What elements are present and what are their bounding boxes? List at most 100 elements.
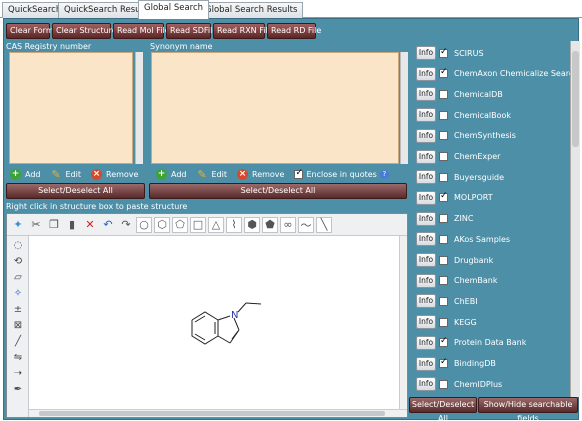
cas-select-all-button[interactable]: Select/Deselect All [6,183,145,199]
read-sdfile-button[interactable]: Read SDFile [166,23,217,39]
show-hide-fields-button[interactable]: Show/Hide searchable fields [478,397,578,421]
delete-icon[interactable]: ✕ [82,217,98,233]
hexagon-icon[interactable]: ⬡ [154,216,170,233]
bond-icon[interactable]: ╲ [316,216,332,233]
cas-scrollbar[interactable] [135,52,143,164]
fused-ring-icon[interactable]: ∞ [280,216,296,233]
single-bond-icon[interactable]: ╱ [10,334,26,348]
database-checkbox[interactable] [439,110,448,120]
database-row: Info Protein Data Bank [416,335,526,351]
database-checkbox[interactable] [439,276,448,286]
square-icon[interactable]: □ [190,216,206,233]
synonym-scrollbar[interactable] [400,52,408,164]
info-button[interactable]: Info [416,149,436,164]
info-button[interactable]: Info [416,66,436,81]
info-button[interactable]: Info [416,211,436,226]
info-button[interactable]: Info [416,87,436,102]
database-row: Info AKos Samples [416,231,510,247]
database-checkbox[interactable] [439,214,448,224]
benzene-icon[interactable]: ⬢ [244,216,260,233]
cyclopropane-icon[interactable]: ○ [136,216,152,233]
cas-remove-button[interactable]: × Remove [91,168,138,180]
info-button[interactable]: Info [416,170,436,185]
lasso-icon[interactable]: ◌ [10,238,26,252]
chain-icon[interactable]: 〜 [298,216,314,233]
clear-structure-button[interactable]: Clear Structure [52,23,117,39]
info-button[interactable]: Info [416,232,436,247]
info-button[interactable]: Info [416,128,436,143]
info-button[interactable]: Info [416,273,436,288]
cas-add-label: Add [25,169,41,179]
db-select-all-button[interactable]: Select/Deselect All [409,397,477,421]
undo-icon[interactable]: ↶ [100,217,116,233]
info-button[interactable]: Info [416,315,436,330]
bracket-icon[interactable]: ⊠ [10,318,26,332]
info-button[interactable]: Info [416,108,436,123]
database-checkbox[interactable] [439,336,448,348]
synonym-select-all-button[interactable]: Select/Deselect All [149,183,407,199]
read-rd-file-button[interactable]: Read RD File [267,23,321,39]
database-checkbox[interactable] [439,152,448,161]
database-scrollbar-thumb[interactable] [572,51,579,147]
info-button[interactable]: Info [416,294,436,309]
template-icon[interactable]: ✦ [10,217,26,233]
read-mol-file-button[interactable]: Read Mol File [113,23,170,39]
info-button[interactable]: Info [416,253,436,267]
database-name: MOLPORT [454,193,493,203]
double-bond-icon[interactable]: ⇋ [10,350,26,364]
synonym-remove-button[interactable]: × Remove [237,168,284,180]
cas-edit-button[interactable]: ✎ Edit [51,169,81,180]
database-checkbox[interactable] [439,191,448,203]
paste-icon[interactable]: ▮ [64,217,80,233]
charge-icon[interactable]: ± [10,302,26,316]
info-button[interactable]: Info [416,190,436,205]
tab-global-search[interactable]: Global Search [138,0,210,19]
clean-icon[interactable]: ✂ [28,217,44,233]
database-checkbox[interactable] [439,89,448,99]
database-checkbox[interactable] [439,357,448,368]
database-checkbox[interactable] [439,67,448,79]
redo-icon[interactable]: ↷ [118,217,134,233]
database-scrollbar[interactable] [570,41,580,397]
info-button[interactable]: Info [416,377,436,392]
chair-icon[interactable]: ⌇ [226,216,242,233]
structure-editor[interactable]: ✦ ✂ ❐ ▮ ✕ ↶ ↷ ○ ⬡ ⬠ □ △ ⌇ ⬢ ⬟ ∞ 〜 ╲ ◌ ⟲ … [6,213,408,418]
pen-icon[interactable]: ✒ [10,382,26,396]
info-button[interactable]: Info [416,356,436,371]
enclose-checkbox[interactable] [294,168,304,179]
database-checkbox[interactable] [439,172,448,182]
editor-hscroll[interactable] [29,409,407,417]
rotate-icon[interactable]: ⟲ [10,254,26,268]
read-rxn-file-button[interactable]: Read RXN File [213,23,273,39]
ring-icon[interactable]: ⬟ [262,216,278,233]
database-checkbox[interactable] [439,255,448,265]
structure-canvas[interactable]: N [29,236,399,409]
clear-form-button[interactable]: Clear Form [6,23,54,39]
tab-global-search-results[interactable]: Global Search Results [199,2,304,18]
database-checkbox[interactable] [439,234,448,244]
database-checkbox[interactable] [439,131,448,141]
cas-add-button[interactable]: + Add [10,168,41,180]
enclose-in-quotes-toggle[interactable]: Enclose in quotes ? [294,168,389,179]
database-checkbox[interactable] [439,296,448,306]
editor-vscroll[interactable] [399,236,407,409]
database-checkbox[interactable] [439,317,448,327]
info-button[interactable]: Info [416,335,436,350]
triangle-icon[interactable]: △ [208,216,224,233]
database-checkbox[interactable] [439,379,448,389]
atom-map-icon[interactable]: ✧ [10,286,26,300]
eraser-icon[interactable]: ▱ [10,270,26,284]
cas-textarea[interactable] [9,52,133,164]
arrow-icon[interactable]: ➝ [10,366,26,380]
database-checkbox[interactable] [439,47,448,58]
synonym-edit-button[interactable]: ✎ Edit [197,169,228,180]
editor-hscroll-thumb[interactable] [39,411,385,416]
copy-icon[interactable]: ❐ [46,217,62,233]
synonym-textarea[interactable] [151,52,399,164]
nitrogen-atom: N [231,310,238,321]
help-icon[interactable]: ? [379,169,389,179]
synonym-add-button[interactable]: + Add [156,168,187,180]
pentagon-icon[interactable]: ⬠ [172,216,188,233]
info-button[interactable]: Info [416,46,436,60]
synonym-edit-label: Edit [211,169,228,179]
